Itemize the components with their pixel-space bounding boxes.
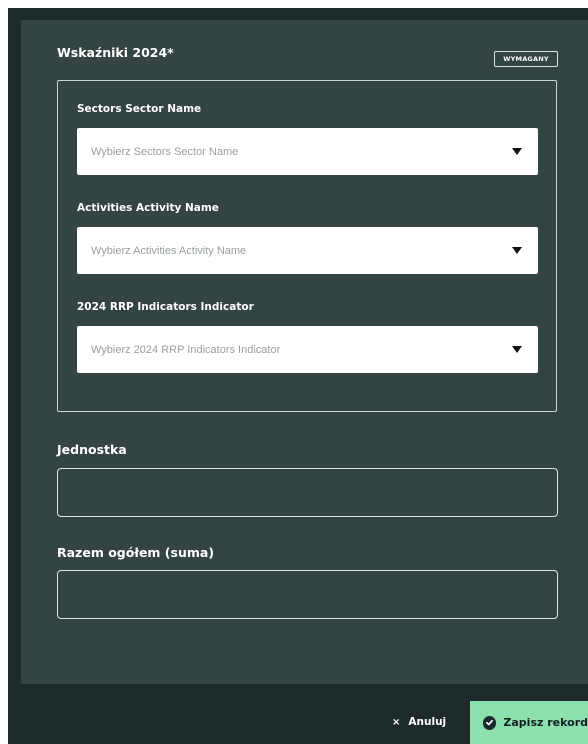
indicator-select[interactable]: Wybierz 2024 RRP Indicators Indicator bbox=[77, 326, 538, 373]
close-icon: × bbox=[392, 716, 401, 728]
activity-placeholder: Wybierz Activities Activity Name bbox=[91, 244, 247, 257]
cancel-button[interactable]: × Anuluj bbox=[392, 712, 446, 732]
indicator-label: 2024 RRP Indicators Indicator bbox=[77, 301, 254, 313]
required-badge: WYMAGANY bbox=[494, 51, 558, 67]
unit-input[interactable] bbox=[57, 468, 558, 517]
save-label: Zapisz rekord bbox=[503, 716, 588, 729]
unit-label: Jednostka bbox=[57, 442, 127, 457]
save-button[interactable]: Zapisz rekord bbox=[470, 701, 588, 744]
caret-down-icon bbox=[512, 247, 522, 254]
section-title: Wskaźniki 2024* bbox=[57, 45, 174, 60]
total-label: Razem ogółem (suma) bbox=[57, 545, 215, 560]
sector-placeholder: Wybierz Sectors Sector Name bbox=[91, 145, 239, 158]
cancel-label: Anuluj bbox=[408, 716, 447, 728]
activity-select[interactable]: Wybierz Activities Activity Name bbox=[77, 227, 538, 274]
indicator-placeholder: Wybierz 2024 RRP Indicators Indicator bbox=[91, 343, 281, 356]
sector-label: Sectors Sector Name bbox=[77, 103, 202, 115]
check-circle-icon bbox=[483, 715, 497, 730]
total-input[interactable] bbox=[57, 570, 558, 619]
caret-down-icon bbox=[512, 346, 522, 353]
caret-down-icon bbox=[512, 148, 522, 155]
sector-select[interactable]: Wybierz Sectors Sector Name bbox=[77, 128, 538, 175]
activity-label: Activities Activity Name bbox=[77, 202, 219, 214]
